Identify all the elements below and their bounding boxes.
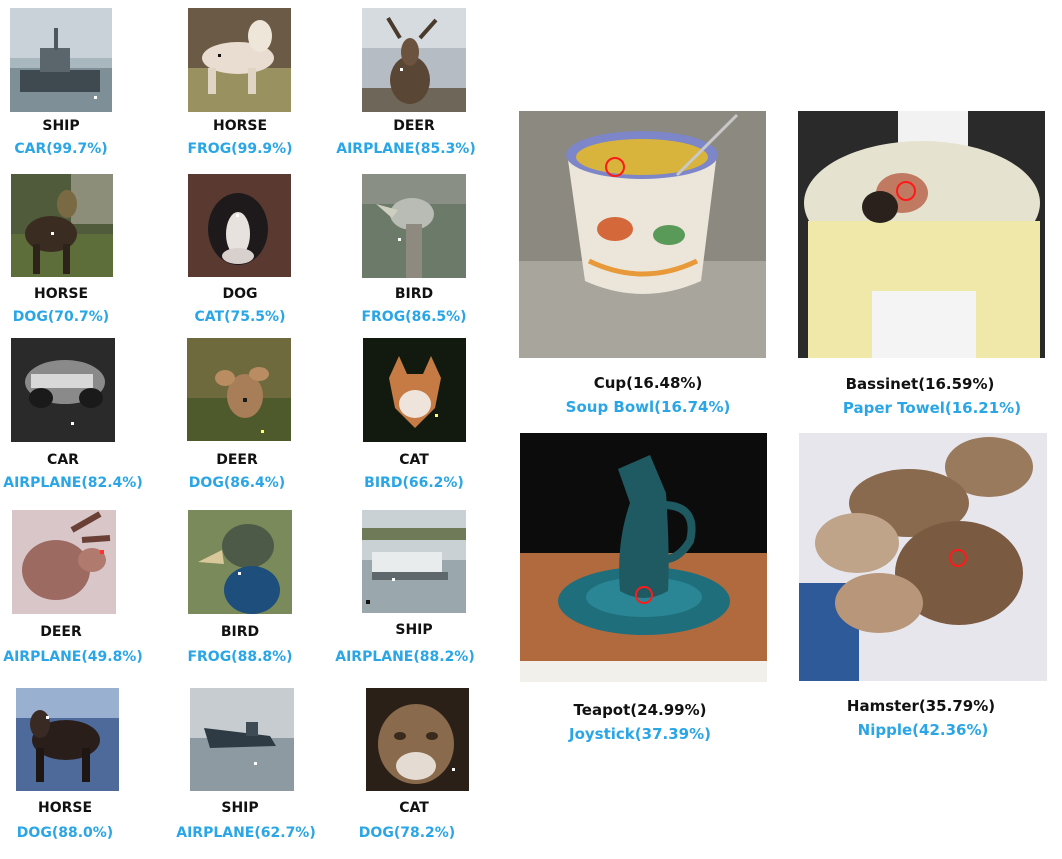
cifar-true-label: SHIP xyxy=(221,800,259,816)
imagenet-true-label: Hamster(35.79%) xyxy=(846,697,996,715)
imagenet-image-hamster xyxy=(799,433,1047,681)
cifar-true-label: DEER xyxy=(216,452,258,468)
imagenet-image-teapot xyxy=(520,433,767,682)
cifar-image-ship-3 xyxy=(190,688,294,791)
imagenet-adversarial-label: Joystick(37.39%) xyxy=(569,725,711,743)
cifar-adversarial-label: DOG(70.7%) xyxy=(12,309,110,325)
cifar-image-horse-1 xyxy=(188,8,291,112)
cifar-image-bird-2 xyxy=(188,510,292,614)
cifar-image-deer-2 xyxy=(187,338,291,441)
cifar-true-label: SHIP xyxy=(395,622,433,638)
cifar-adversarial-label: DOG(78.2%) xyxy=(358,825,456,841)
cifar-adversarial-label: CAR(99.7%) xyxy=(14,141,108,157)
cifar-adversarial-label: BIRD(66.2%) xyxy=(364,475,464,491)
imagenet-image-bassinet xyxy=(798,111,1045,358)
cifar-image-ship-1 xyxy=(10,8,112,112)
cifar-image-dog-1 xyxy=(188,174,291,277)
cifar-adversarial-label: DOG(88.0%) xyxy=(16,825,114,841)
imagenet-true-label: Cup(16.48%) xyxy=(593,374,703,392)
cifar-image-deer-1 xyxy=(362,8,466,112)
cifar-image-cat-2 xyxy=(366,688,469,791)
cifar-true-label: SHIP xyxy=(42,118,80,134)
cifar-true-label: BIRD xyxy=(394,286,434,302)
cifar-adversarial-label: FROG(86.5%) xyxy=(361,309,467,325)
cifar-true-label: CAR xyxy=(47,452,79,468)
cifar-image-horse-2 xyxy=(11,174,113,277)
cifar-true-label: DOG xyxy=(222,286,258,302)
imagenet-adversarial-label: Nipple(42.36%) xyxy=(857,721,989,739)
cifar-adversarial-label: FROG(88.8%) xyxy=(187,649,293,665)
cifar-true-label: HORSE xyxy=(212,118,268,134)
cifar-true-label: DEER xyxy=(393,118,435,134)
imagenet-image-cup xyxy=(519,111,766,358)
cifar-true-label: HORSE xyxy=(33,286,89,302)
cifar-adversarial-label: AIRPLANE(62.7%) xyxy=(176,825,316,841)
imagenet-true-label: Teapot(24.99%) xyxy=(573,701,707,719)
cifar-adversarial-label: AIRPLANE(49.8%) xyxy=(3,649,143,665)
imagenet-adversarial-label: Soup Bowl(16.74%) xyxy=(565,398,731,416)
cifar-true-label: CAT xyxy=(399,452,429,468)
cifar-true-label: HORSE xyxy=(37,800,93,816)
cifar-true-label: BIRD xyxy=(220,624,260,640)
cifar-adversarial-label: AIRPLANE(85.3%) xyxy=(336,141,476,157)
cifar-image-ship-2 xyxy=(362,510,466,613)
cifar-adversarial-label: CAT(75.5%) xyxy=(194,309,286,325)
cifar-image-cat-1 xyxy=(363,338,466,442)
cifar-adversarial-label: FROG(99.9%) xyxy=(187,141,293,157)
cifar-true-label: CAT xyxy=(399,800,429,816)
imagenet-adversarial-label: Paper Towel(16.21%) xyxy=(842,399,1022,417)
cifar-image-car-1 xyxy=(11,338,115,442)
cifar-adversarial-label: AIRPLANE(82.4%) xyxy=(3,475,143,491)
imagenet-true-label: Bassinet(16.59%) xyxy=(845,375,995,393)
cifar-image-bird-1 xyxy=(362,174,466,278)
cifar-image-deer-3 xyxy=(12,510,116,614)
cifar-true-label: DEER xyxy=(40,624,82,640)
cifar-adversarial-label: DOG(86.4%) xyxy=(188,475,286,491)
cifar-image-horse-3 xyxy=(16,688,119,791)
cifar-adversarial-label: AIRPLANE(88.2%) xyxy=(335,649,475,665)
